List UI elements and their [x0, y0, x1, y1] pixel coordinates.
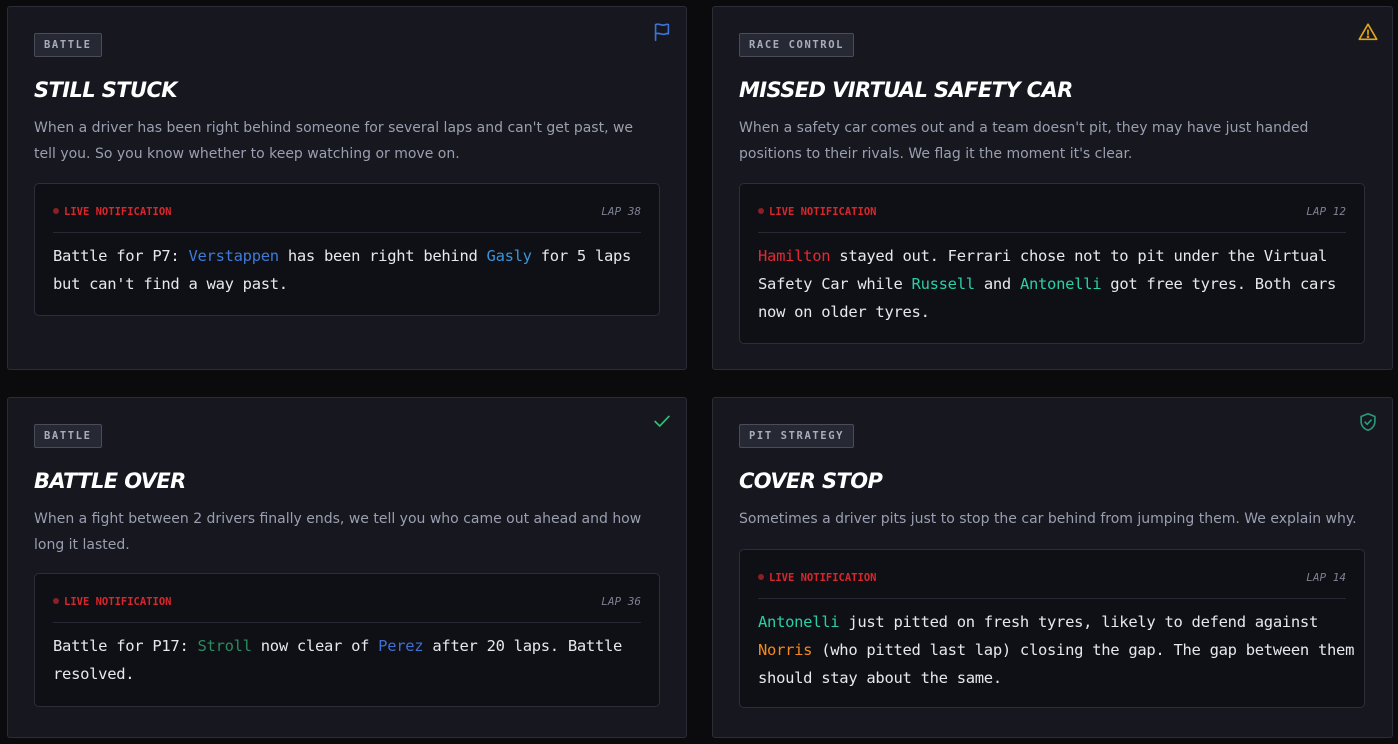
driver-name: Antonelli [758, 613, 840, 631]
live-dot-icon [758, 574, 764, 580]
driver-name: Hamilton [758, 247, 831, 265]
driver-name: Antonelli [1019, 275, 1102, 293]
live-dot-icon [758, 208, 764, 214]
card-description: When a safety car comes out and a team d… [739, 120, 1309, 162]
notification-header: LIVE NOTIFICATION LAP 38 [53, 184, 641, 233]
live-indicator: LIVE NOTIFICATION [758, 572, 876, 584]
card-title: COVER STOP [739, 469, 883, 493]
live-dot-icon [53, 598, 59, 604]
lap-label: LAP 38 [601, 205, 641, 218]
message-text: and [974, 275, 1020, 293]
live-dot-icon [53, 208, 59, 214]
driver-name: Stroll [197, 637, 253, 655]
live-indicator: LIVE NOTIFICATION [53, 206, 171, 218]
message-text: Battle for P17: [53, 637, 198, 655]
driver-name: Perez [378, 637, 424, 655]
lap-label: LAP 12 [1306, 205, 1346, 218]
live-indicator: LIVE NOTIFICATION [758, 206, 876, 218]
message-text: now clear of [251, 637, 379, 655]
message-text: just pitted on fresh tyres, likely to de… [839, 613, 1318, 631]
driver-name: Verstappen [188, 247, 279, 265]
notification-preview: LIVE NOTIFICATION LAP 38 Battle for P7: … [34, 183, 660, 316]
notification-message: Antonelli just pitted on fresh tyres, li… [758, 608, 1358, 692]
category-tag: PIT STRATEGY [739, 424, 855, 448]
card-description: When a driver has been right behind some… [34, 120, 634, 162]
notification-header: LIVE NOTIFICATION LAP 12 [758, 184, 1346, 233]
notification-header: LIVE NOTIFICATION LAP 36 [53, 574, 641, 623]
lap-label: LAP 36 [601, 595, 641, 608]
card-title: BATTLE OVER [34, 469, 186, 493]
notification-header: LIVE NOTIFICATION LAP 14 [758, 550, 1346, 599]
live-label: LIVE NOTIFICATION [769, 572, 877, 584]
driver-name: Russell [911, 275, 976, 293]
live-label: LIVE NOTIFICATION [64, 596, 172, 608]
driver-name: Gasly [486, 247, 532, 265]
checkmark-icon [654, 415, 670, 427]
live-label: LIVE NOTIFICATION [64, 206, 172, 218]
card-still-stuck: BATTLE STILL STUCK When a driver has bee… [7, 6, 687, 370]
shield-check-icon [1360, 412, 1376, 432]
card-title: MISSED VIRTUAL SAFETY CAR [739, 78, 1073, 102]
card-title: STILL STUCK [34, 78, 178, 102]
live-label: LIVE NOTIFICATION [769, 206, 877, 218]
message-text: has been right behind [278, 247, 487, 265]
warning-icon [1358, 23, 1378, 41]
card-cover-stop: PIT STRATEGY COVER STOP Sometimes a driv… [712, 397, 1393, 738]
live-indicator: LIVE NOTIFICATION [53, 596, 171, 608]
notification-message: Battle for P17: Stroll now clear of Pere… [53, 632, 653, 688]
message-text: (who pitted last lap) closing the gap. T… [758, 641, 1355, 687]
category-tag: BATTLE [34, 33, 102, 57]
card-description: Sometimes a driver pits just to stop the… [739, 511, 1357, 527]
lap-label: LAP 14 [1306, 571, 1346, 584]
notification-message: Hamilton stayed out. Ferrari chose not t… [758, 242, 1358, 326]
card-description: When a fight between 2 drivers finally e… [34, 511, 642, 553]
notification-preview: LIVE NOTIFICATION LAP 14 Antonelli just … [739, 549, 1365, 708]
notification-preview: LIVE NOTIFICATION LAP 36 Battle for P17:… [34, 573, 660, 707]
card-missed-vsc: RACE CONTROL MISSED VIRTUAL SAFETY CAR W… [712, 6, 1393, 370]
category-tag: BATTLE [34, 424, 102, 448]
message-text: Battle for P7: [53, 247, 189, 265]
driver-name: Norris [758, 641, 813, 659]
flag-icon [654, 23, 670, 42]
category-tag: RACE CONTROL [739, 33, 855, 57]
notification-preview: LIVE NOTIFICATION LAP 12 Hamilton stayed… [739, 183, 1365, 344]
card-battle-over: BATTLE BATTLE OVER When a fight between … [7, 397, 687, 738]
notification-message: Battle for P7: Verstappen has been right… [53, 242, 653, 298]
